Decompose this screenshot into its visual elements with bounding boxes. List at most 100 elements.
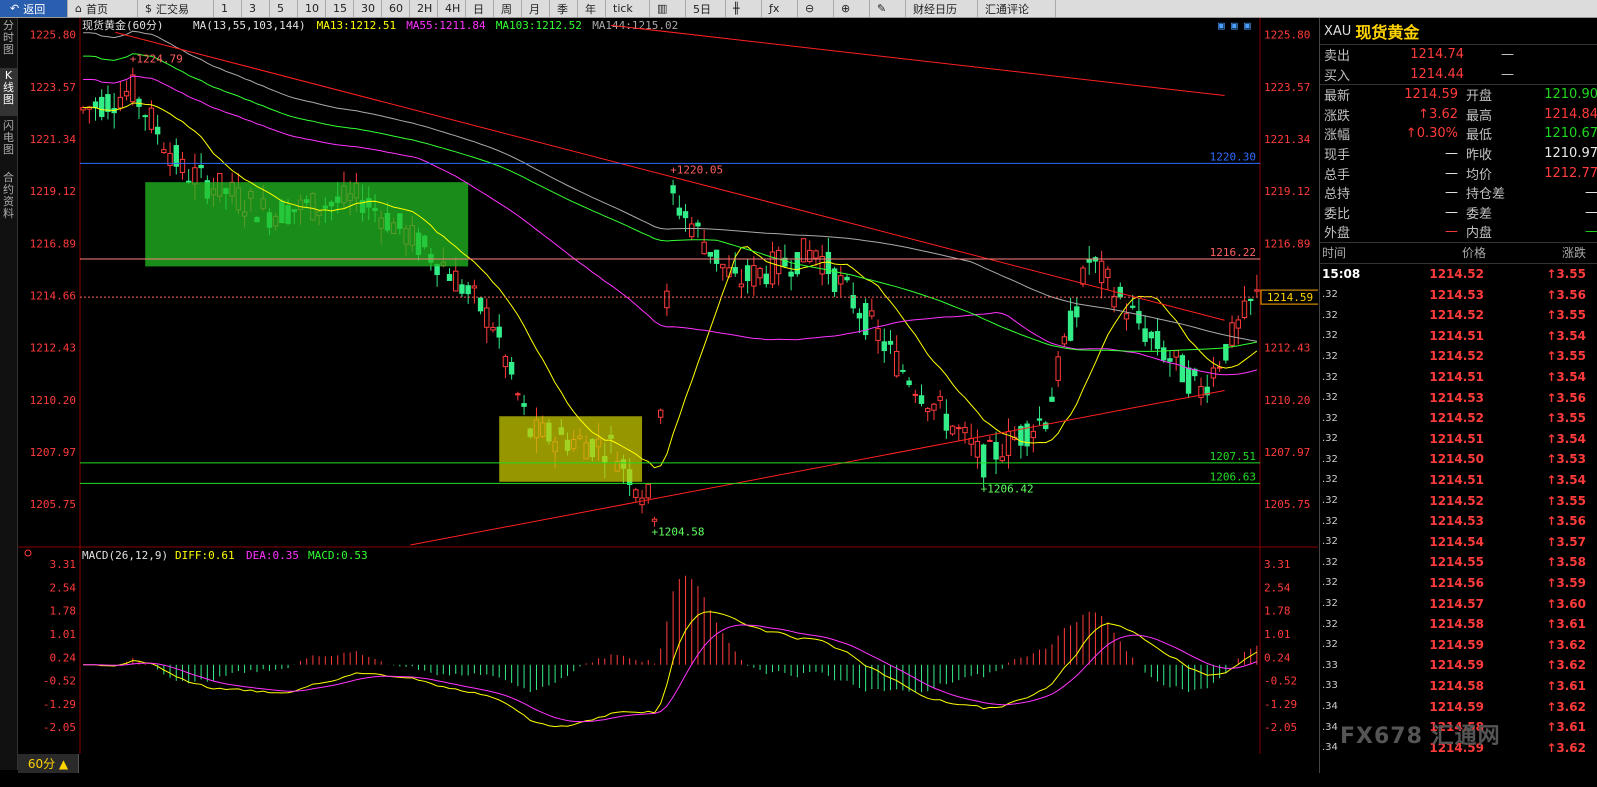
macd-tick-right: 1.78 — [1264, 605, 1291, 618]
sell-label: 卖出 — [1324, 49, 1351, 65]
quote-value: — — [1445, 146, 1458, 162]
candle-body — [446, 274, 453, 281]
candle-body — [1241, 300, 1248, 318]
candle-body — [1098, 260, 1105, 284]
period-0[interactable]: 1 — [214, 0, 242, 17]
candle-body — [682, 211, 689, 219]
quote-value: 1212.77 — [1544, 165, 1597, 181]
kline-chart[interactable]: 现货黄金(60分) MA(13,55,103,144) MA13:1212.51 MA… — [18, 18, 1318, 754]
tick-change: ↑3.54 — [1546, 370, 1586, 385]
candle-body — [918, 395, 925, 404]
multi-day-button[interactable]: 5日 — [686, 0, 726, 17]
back-arrow-icon: ↶ — [10, 2, 20, 15]
period-12[interactable]: 季 — [550, 0, 578, 17]
period-13[interactable]: 年 — [578, 0, 606, 17]
home-button[interactable]: ⌂ 首页 — [68, 0, 138, 17]
tick-time: .32 — [1322, 639, 1338, 651]
candle-body — [1061, 336, 1068, 345]
candle-body — [185, 180, 192, 183]
back-label: 返回 — [23, 2, 46, 16]
tick-change: ↑3.56 — [1546, 514, 1586, 529]
macd-tick-right: -1.29 — [1264, 698, 1297, 711]
candle-body — [881, 341, 887, 352]
tick-list[interactable]: 15:08 1214.52 ↑3.55 .32 1214.53 ↑3.56 .32 1214.… — [1320, 264, 1597, 758]
period-8[interactable]: 4H — [438, 0, 466, 17]
period-10[interactable]: 周 — [494, 0, 522, 17]
tick-price: 1214.59 — [1429, 658, 1484, 673]
tick-price: 1214.59 — [1429, 637, 1484, 652]
tick-price: 1214.56 — [1429, 575, 1484, 590]
tick-price: 1214.58 — [1429, 617, 1484, 632]
period-11[interactable]: 月 — [522, 0, 550, 17]
calendar-button[interactable]: 财经日历 — [906, 0, 978, 17]
left-tab-1[interactable]: K线图 — [0, 68, 17, 116]
back-button[interactable]: ↶ 返回 — [0, 0, 68, 17]
extreme-label-3: +1206.42 — [981, 482, 1034, 495]
hline-label-0: 1220.30 — [1210, 150, 1256, 163]
ma-legend-3: MA103:1212.52 — [496, 19, 582, 32]
candle-body — [900, 369, 906, 372]
candle-body — [664, 290, 670, 309]
candle-body — [1036, 418, 1043, 421]
formula-icon[interactable]: ƒx — [762, 0, 798, 17]
quote-label: 委比 — [1324, 206, 1351, 222]
tick-row: .32 1214.53 ↑3.56 — [1320, 511, 1597, 532]
tick-time: 15:08 — [1322, 267, 1361, 282]
quote-grid: 最新 1214.59 开盘 1210.90 涨跌 ↑3.62 最高 1214.84 涨幅 ↑0.3… — [1320, 85, 1597, 242]
tick-time: .32 — [1322, 289, 1338, 301]
tick-row: .32 1214.59 ↑3.62 — [1320, 634, 1597, 655]
left-tab-2[interactable]: 闪电图 — [0, 118, 17, 168]
trendline-0 — [115, 31, 1225, 321]
left-tab-0[interactable]: 分时图 — [0, 18, 17, 66]
tick-time: .32 — [1322, 392, 1338, 404]
price-tick: 1216.89 — [30, 237, 76, 250]
candle-body — [148, 107, 155, 130]
commentary-button[interactable]: 汇通评论 — [978, 0, 1056, 17]
tick-row: .32 1214.51 ↑3.54 — [1320, 470, 1597, 491]
candle-body — [484, 307, 490, 328]
period-9[interactable]: 日 — [466, 0, 494, 17]
period-3[interactable]: 10 — [298, 0, 326, 17]
tick-row: .32 1214.52 ↑3.55 — [1320, 346, 1597, 367]
period-6[interactable]: 60 — [382, 0, 410, 17]
period-5[interactable]: 30 — [354, 0, 382, 17]
candle-body — [1136, 310, 1142, 324]
zoom-in-icon[interactable]: ⊕ — [834, 0, 870, 17]
price-tick-right: 1210.20 — [1264, 394, 1310, 407]
period-7[interactable]: 2H — [410, 0, 438, 17]
candle-body — [1123, 313, 1130, 320]
candle-body — [856, 312, 863, 319]
tick-change: ↑3.58 — [1546, 555, 1586, 570]
period-selector[interactable]: 60分 ▲ — [18, 754, 79, 773]
ma-legend-1: MA13:1212.51 — [317, 19, 396, 32]
candle-body — [993, 441, 999, 460]
candle-body — [1235, 319, 1241, 329]
price-tick: 1205.75 — [30, 498, 76, 511]
period-2[interactable]: 5 — [270, 0, 298, 17]
draw-icon[interactable]: ✎ — [870, 0, 906, 17]
price-tick-right: 1212.43 — [1264, 342, 1310, 355]
quote-value: 1214.84 — [1544, 106, 1597, 122]
candle-body — [807, 249, 813, 263]
tick-time: .32 — [1322, 536, 1338, 548]
tick-time: .32 — [1322, 495, 1338, 507]
left-tab-3[interactable]: 合约资料 — [0, 170, 17, 230]
tick-row: .32 1214.54 ↑3.57 — [1320, 531, 1597, 552]
chart-tool-icon: ▣ — [1231, 19, 1238, 32]
tick-time: .32 — [1322, 453, 1338, 465]
candle-body — [645, 483, 651, 499]
period-1[interactable]: 3 — [242, 0, 270, 17]
bar-chart-icon[interactable]: ▥ — [650, 0, 686, 17]
candle-body — [1086, 258, 1092, 263]
candle-body — [471, 285, 478, 289]
quote-label: 总持 — [1324, 187, 1351, 203]
tick-change: ↑3.61 — [1546, 617, 1586, 632]
candle-body — [713, 249, 720, 264]
period-14[interactable]: tick — [606, 0, 650, 17]
quote-label: 现手 — [1324, 148, 1351, 164]
candle-icon[interactable]: ╫ — [726, 0, 762, 17]
period-4[interactable]: 15 — [326, 0, 354, 17]
exchange-button[interactable]: $ 汇交易 — [138, 0, 214, 17]
quote-row: 涨幅 ↑0.30% 最低 1210.67 — [1320, 124, 1597, 144]
zoom-out-icon[interactable]: ⊖ — [798, 0, 834, 17]
